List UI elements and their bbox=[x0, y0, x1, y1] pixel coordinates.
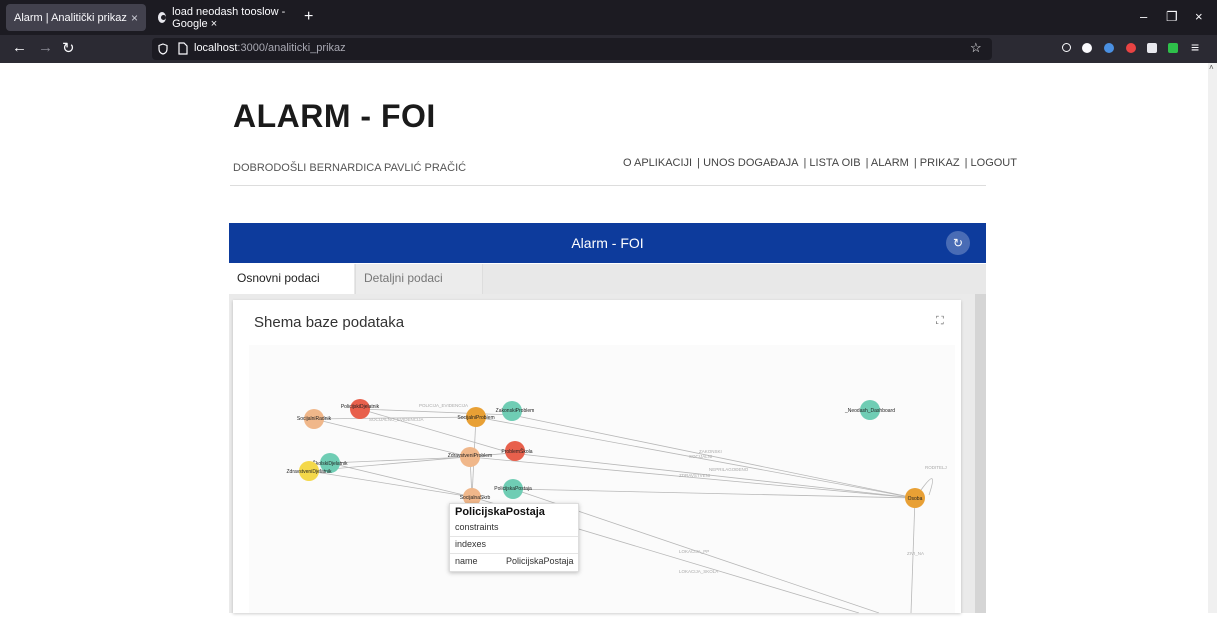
node-label: PolicijskiDjelatnik bbox=[341, 404, 380, 410]
svg-text:LOKACIJA_PP: LOKACIJA_PP bbox=[679, 549, 709, 554]
node-label: PolicijskaPostaja bbox=[494, 486, 532, 492]
svg-text:ZDRAVSTVENI: ZDRAVSTVENI bbox=[679, 473, 710, 478]
extension-green-icon[interactable] bbox=[1168, 43, 1178, 53]
fullscreen-icon[interactable]: ⛶ bbox=[936, 315, 944, 328]
node-label: Osoba bbox=[908, 496, 923, 502]
tooltip-title: PolicijskaPostaja bbox=[455, 506, 545, 518]
extension-blue-icon[interactable] bbox=[1104, 43, 1114, 53]
node-label: ZakonskiProblem bbox=[496, 408, 535, 414]
page-icon bbox=[178, 42, 188, 55]
url-host: localhost bbox=[194, 42, 238, 54]
node-label: ZdravstveniProblem bbox=[448, 453, 492, 459]
tooltip-indexes: indexes bbox=[455, 539, 487, 549]
tooltip-name-key: name bbox=[455, 556, 478, 566]
nav-link-event-entry[interactable]: | UNOS DOGAĐAJA bbox=[697, 157, 798, 169]
node-label: SocijalniProblem bbox=[457, 415, 494, 421]
svg-text:NEPRILAGOĐENO: NEPRILAGOĐENO bbox=[709, 467, 749, 472]
back-arrow-icon[interactable]: ← bbox=[12, 39, 27, 56]
pocket-icon[interactable] bbox=[1062, 43, 1071, 52]
site-logo[interactable]: ALARM - FOI bbox=[233, 98, 436, 135]
top-navigation: O APLIKACIJI | UNOS DOGAĐAJA | LISTA OIB… bbox=[623, 157, 1019, 169]
browser-nav-bar: ← → ↻ localhost:3000/analiticki_prikaz ☆… bbox=[0, 35, 1217, 63]
tab-title: load neodash tooslow - Google × bbox=[172, 5, 286, 30]
tooltip-divider bbox=[450, 553, 578, 554]
browser-tab-active[interactable]: Alarm | Analitički prikaz × bbox=[6, 4, 146, 31]
extension-page-icon[interactable] bbox=[1147, 43, 1157, 53]
node-label: ProblemŠkola bbox=[501, 448, 532, 455]
node-label: _Neodash_Dashboard bbox=[844, 408, 895, 414]
extension-red-icon[interactable] bbox=[1126, 43, 1136, 53]
node-tooltip: PolicijskaPostaja constraints indexes na… bbox=[449, 503, 579, 572]
schema-toggle-icon[interactable]: ↻ bbox=[946, 231, 970, 255]
svg-text:LOKACIJA_SKOLA: LOKACIJA_SKOLA bbox=[679, 569, 718, 574]
new-tab-button[interactable]: + bbox=[304, 8, 313, 26]
google-favicon-icon bbox=[158, 12, 167, 23]
graph-canvas[interactable]: POLICIJA_EVIDENCIJA SOCIJALNO_EVIDENCIJA… bbox=[249, 345, 955, 614]
app-header-bar: Alarm - FOI bbox=[229, 223, 986, 263]
graph-edges bbox=[308, 408, 933, 614]
minimize-icon[interactable]: – bbox=[1140, 9, 1147, 24]
header-divider bbox=[230, 185, 986, 186]
menu-icon[interactable]: ≡ bbox=[1191, 39, 1199, 55]
maximize-icon[interactable]: ❐ bbox=[1166, 9, 1178, 25]
node-label: SocijalnaSkrb bbox=[460, 495, 491, 501]
svg-text:SOCIJALNI: SOCIJALNI bbox=[689, 454, 712, 459]
url-text: localhost:3000/analiticki_prikaz bbox=[194, 42, 346, 54]
tab-title: Alarm | Analitički prikaz bbox=[14, 11, 127, 24]
app-title: Alarm - FOI bbox=[571, 235, 644, 251]
close-window-icon[interactable]: × bbox=[1195, 9, 1203, 24]
nav-link-alarm[interactable]: | ALARM bbox=[866, 157, 909, 169]
tab-close-icon[interactable]: × bbox=[131, 11, 138, 25]
welcome-text: DOBRODOŠLI BERNARDICA PAVLIĆ PRAČIĆ bbox=[233, 162, 467, 174]
reload-icon[interactable]: ↻ bbox=[62, 39, 75, 57]
browser-tab-bar: Alarm | Analitički prikaz × load neodash… bbox=[0, 0, 1217, 35]
star-icon[interactable]: ☆ bbox=[970, 40, 982, 56]
browser-tab-google[interactable]: load neodash tooslow - Google × bbox=[150, 4, 300, 31]
address-bar[interactable]: localhost:3000/analiticki_prikaz ☆ bbox=[152, 38, 992, 60]
svg-text:SOCIJALNO_EVIDENCIJA: SOCIJALNO_EVIDENCIJA bbox=[369, 417, 424, 422]
nav-link-view[interactable]: | PRIKAZ bbox=[914, 157, 960, 169]
svg-text:RODITELJ: RODITELJ bbox=[925, 465, 947, 470]
node-label: ŠkolskiDjelatnik bbox=[312, 460, 348, 467]
dashboard-tabs: Osnovni podaci Detaljni podaci bbox=[229, 264, 986, 294]
nav-link-logout[interactable]: | LOGOUT bbox=[965, 157, 1017, 169]
schema-graph[interactable]: POLICIJA_EVIDENCIJA SOCIJALNO_EVIDENCIJA… bbox=[249, 345, 955, 614]
tooltip-name-value: PolicijskaPostaja bbox=[506, 556, 574, 566]
nav-link-about[interactable]: O APLIKACIJI bbox=[623, 157, 692, 169]
svg-text:POLICIJA_EVIDENCIJA: POLICIJA_EVIDENCIJA bbox=[419, 403, 468, 408]
page-scrollbar[interactable]: ˄ bbox=[1208, 63, 1217, 613]
tab-detailed-data[interactable]: Detaljni podaci bbox=[355, 264, 483, 294]
forward-arrow-icon[interactable]: → bbox=[38, 39, 53, 56]
shield-icon bbox=[158, 43, 168, 55]
tab-basic-data[interactable]: Osnovni podaci bbox=[229, 264, 354, 294]
tooltip-constraints: constraints bbox=[455, 522, 499, 532]
content-scrollbar[interactable] bbox=[975, 294, 986, 613]
node-label: SocijalniRadnik bbox=[297, 416, 332, 422]
card-title: Shema baze podataka bbox=[254, 314, 405, 331]
nav-link-oib-list[interactable]: | LISTA OIB bbox=[803, 157, 860, 169]
account-icon[interactable] bbox=[1082, 43, 1092, 53]
url-path: :3000/analiticki_prikaz bbox=[237, 42, 346, 54]
node-label: ZdravstveniDjelatnik bbox=[286, 469, 332, 475]
svg-text:ZIVI_NA: ZIVI_NA bbox=[907, 551, 924, 556]
tooltip-divider bbox=[450, 536, 578, 537]
